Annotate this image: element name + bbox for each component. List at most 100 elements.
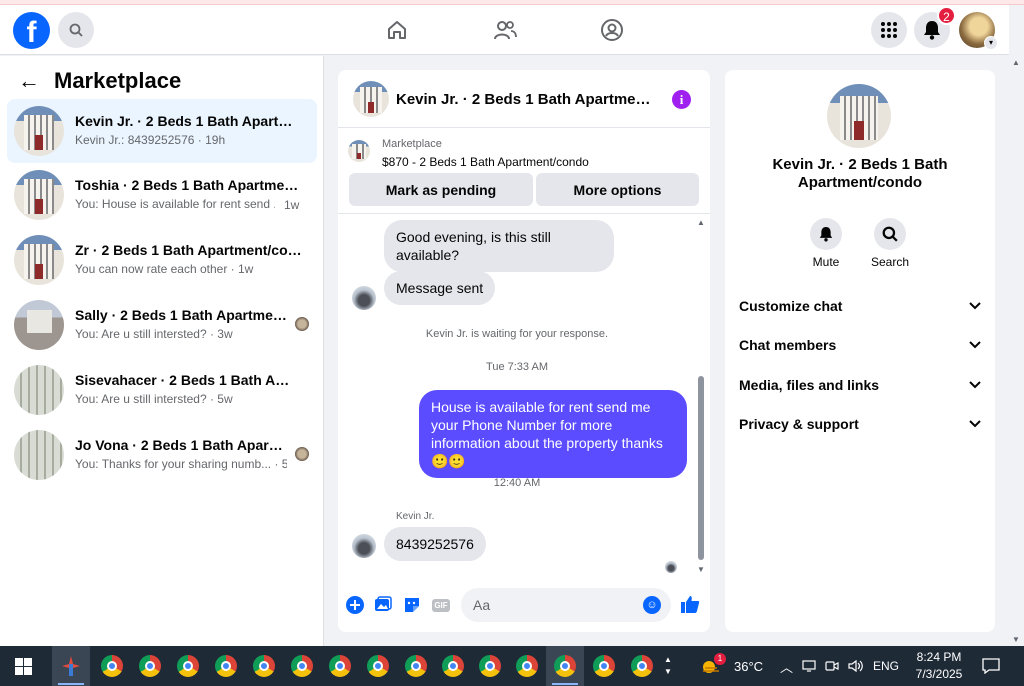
chrome-icon xyxy=(554,655,576,677)
meet-now-icon[interactable] xyxy=(825,660,839,672)
windows-start-icon[interactable] xyxy=(15,658,32,675)
taskbar-scroll[interactable]: ▲ ▼ xyxy=(664,646,672,686)
conversation-item[interactable]: Jo Vona · 2 Beds 1 Bath Apartment/condo … xyxy=(7,423,317,487)
notification-badge: 2 xyxy=(937,6,956,25)
taskbar-chrome-window[interactable] xyxy=(471,646,509,686)
friends-tab[interactable] xyxy=(492,17,518,43)
message-input[interactable]: Aa ☺ xyxy=(461,588,671,622)
chrome-icon xyxy=(516,655,538,677)
conversation-name: Kevin Jr. · 2 Beds 1 Bath Apartment/cond… xyxy=(75,113,303,129)
conversation-item[interactable]: Toshia · 2 Beds 1 Bath Apartment/condo Y… xyxy=(7,163,317,227)
seen-avatar xyxy=(665,561,677,573)
page-title: Marketplace xyxy=(54,68,182,93)
search-conversation-button[interactable]: Search xyxy=(865,218,915,269)
row-label: Customize chat xyxy=(739,298,843,314)
listing-source: Marketplace xyxy=(382,138,442,150)
scroll-down-arrow-icon[interactable]: ▼ xyxy=(1012,635,1020,644)
taskbar-chrome-window[interactable] xyxy=(283,646,321,686)
listing-thumbnail xyxy=(14,170,64,220)
search-icon xyxy=(69,23,83,37)
media-files-links-row[interactable]: Media, files and links xyxy=(739,373,981,397)
timestamp: Tue 7:33 AM xyxy=(486,361,548,373)
scroll-up-arrow-icon[interactable]: ▲ xyxy=(1012,58,1020,67)
taskbar-app-pinned[interactable] xyxy=(52,646,90,686)
chrome-icon xyxy=(215,655,237,677)
add-button[interactable] xyxy=(346,596,364,614)
volume-icon[interactable] xyxy=(848,660,864,672)
mute-label: Mute xyxy=(812,255,840,269)
conversation-item[interactable]: Zr · 2 Beds 1 Bath Apartment/condo You c… xyxy=(7,228,317,292)
chevron-up-icon[interactable]: ▲ xyxy=(664,654,672,666)
row-label: Media, files and links xyxy=(739,377,880,393)
listing-thumbnail xyxy=(14,235,64,285)
taskbar-chrome-window[interactable] xyxy=(245,646,283,686)
taskbar-clock[interactable]: 8:24 PM 7/3/2025 xyxy=(908,649,970,683)
taskbar-chrome-window[interactable] xyxy=(508,646,546,686)
attach-photo-button[interactable] xyxy=(374,596,392,614)
back-arrow-icon[interactable]: ← xyxy=(18,68,40,94)
listing-thumbnail xyxy=(14,430,64,480)
menu-button[interactable] xyxy=(871,12,907,48)
chevron-up-icon[interactable]: ︿ xyxy=(780,657,793,676)
thread-scrollbar[interactable]: ▲ ▼ xyxy=(696,218,706,574)
taskbar-chrome-window[interactable] xyxy=(169,646,207,686)
search-label: Search xyxy=(870,255,910,269)
weather-widget[interactable]: 1 36°C xyxy=(700,646,763,686)
taskbar-chrome-window[interactable] xyxy=(585,646,623,686)
taskbar-chrome-window[interactable] xyxy=(546,646,584,686)
scroll-thumb[interactable] xyxy=(698,376,704,560)
bell-icon xyxy=(924,21,940,40)
friends-icon xyxy=(494,21,517,40)
conversation-item[interactable]: Sisevahacer · 2 Beds 1 Bath Apartment/co… xyxy=(7,358,317,422)
taskbar-chrome-window[interactable] xyxy=(359,646,397,686)
gif-icon: GIF xyxy=(432,598,450,612)
chrome-icon xyxy=(442,655,464,677)
chat-title[interactable]: Kevin Jr. · 2 Beds 1 Bath Apartment/cond… xyxy=(396,91,658,108)
taskbar-chrome-window[interactable] xyxy=(131,646,169,686)
sticker-button[interactable] xyxy=(403,596,421,614)
chrome-icon xyxy=(329,655,351,677)
groups-tab[interactable] xyxy=(599,17,625,43)
search-button[interactable] xyxy=(58,12,94,48)
taskbar-chrome-window[interactable] xyxy=(321,646,359,686)
facebook-logo[interactable]: f xyxy=(13,12,50,49)
privacy-support-row[interactable]: Privacy & support xyxy=(739,412,981,436)
listing-thumbnail xyxy=(14,106,64,156)
more-options-button[interactable]: More options xyxy=(536,173,699,206)
incoming-message: Good evening, is this still available? xyxy=(384,220,614,272)
chat-avatar[interactable] xyxy=(353,81,389,117)
app-icon xyxy=(62,656,80,676)
notification-center[interactable] xyxy=(982,646,1000,686)
chrome-icon xyxy=(631,655,653,677)
conversation-preview: Kevin Jr.: 8439252576 · 19h xyxy=(75,133,226,147)
info-icon[interactable]: i xyxy=(672,90,691,109)
taskbar-chrome-window[interactable] xyxy=(397,646,435,686)
conversation-item[interactable]: Kevin Jr. · 2 Beds 1 Bath Apartment/cond… xyxy=(7,99,317,163)
home-tab[interactable] xyxy=(384,17,410,43)
account-avatar[interactable]: ▾ xyxy=(959,12,998,50)
language-indicator[interactable]: ENG xyxy=(873,659,899,673)
mute-button[interactable]: Mute xyxy=(801,218,851,269)
sender-name: Kevin Jr. xyxy=(396,511,435,522)
page-scrollbar[interactable]: ▲ ▼ xyxy=(1009,56,1024,646)
scroll-down-arrow-icon[interactable]: ▼ xyxy=(697,565,705,574)
chevron-down-icon[interactable]: ▼ xyxy=(664,666,672,678)
incoming-message: 8439252576 xyxy=(384,527,486,561)
taskbar-chrome-window[interactable] xyxy=(93,646,131,686)
mark-as-pending-button[interactable]: Mark as pending xyxy=(349,173,533,206)
chat-members-row[interactable]: Chat members xyxy=(739,333,981,357)
scroll-up-arrow-icon[interactable]: ▲ xyxy=(697,218,705,227)
customize-chat-row[interactable]: Customize chat xyxy=(739,294,981,318)
taskbar-chrome-window[interactable] xyxy=(434,646,472,686)
temperature: 36°C xyxy=(734,658,764,674)
taskbar-chrome-window[interactable] xyxy=(623,646,661,686)
network-icon[interactable] xyxy=(802,660,816,672)
listing-description[interactable]: $870 - 2 Beds 1 Bath Apartment/condo xyxy=(382,155,589,169)
chrome-icon xyxy=(291,655,313,677)
chevron-down-icon xyxy=(969,420,981,428)
taskbar-chrome-window[interactable] xyxy=(207,646,245,686)
emoji-icon[interactable]: ☺ xyxy=(643,596,661,614)
like-button[interactable] xyxy=(680,594,700,614)
conversation-item[interactable]: Sally · 2 Beds 1 Bath Apartment/condo Yo… xyxy=(7,293,317,357)
gif-button[interactable]: GIF xyxy=(431,596,451,614)
